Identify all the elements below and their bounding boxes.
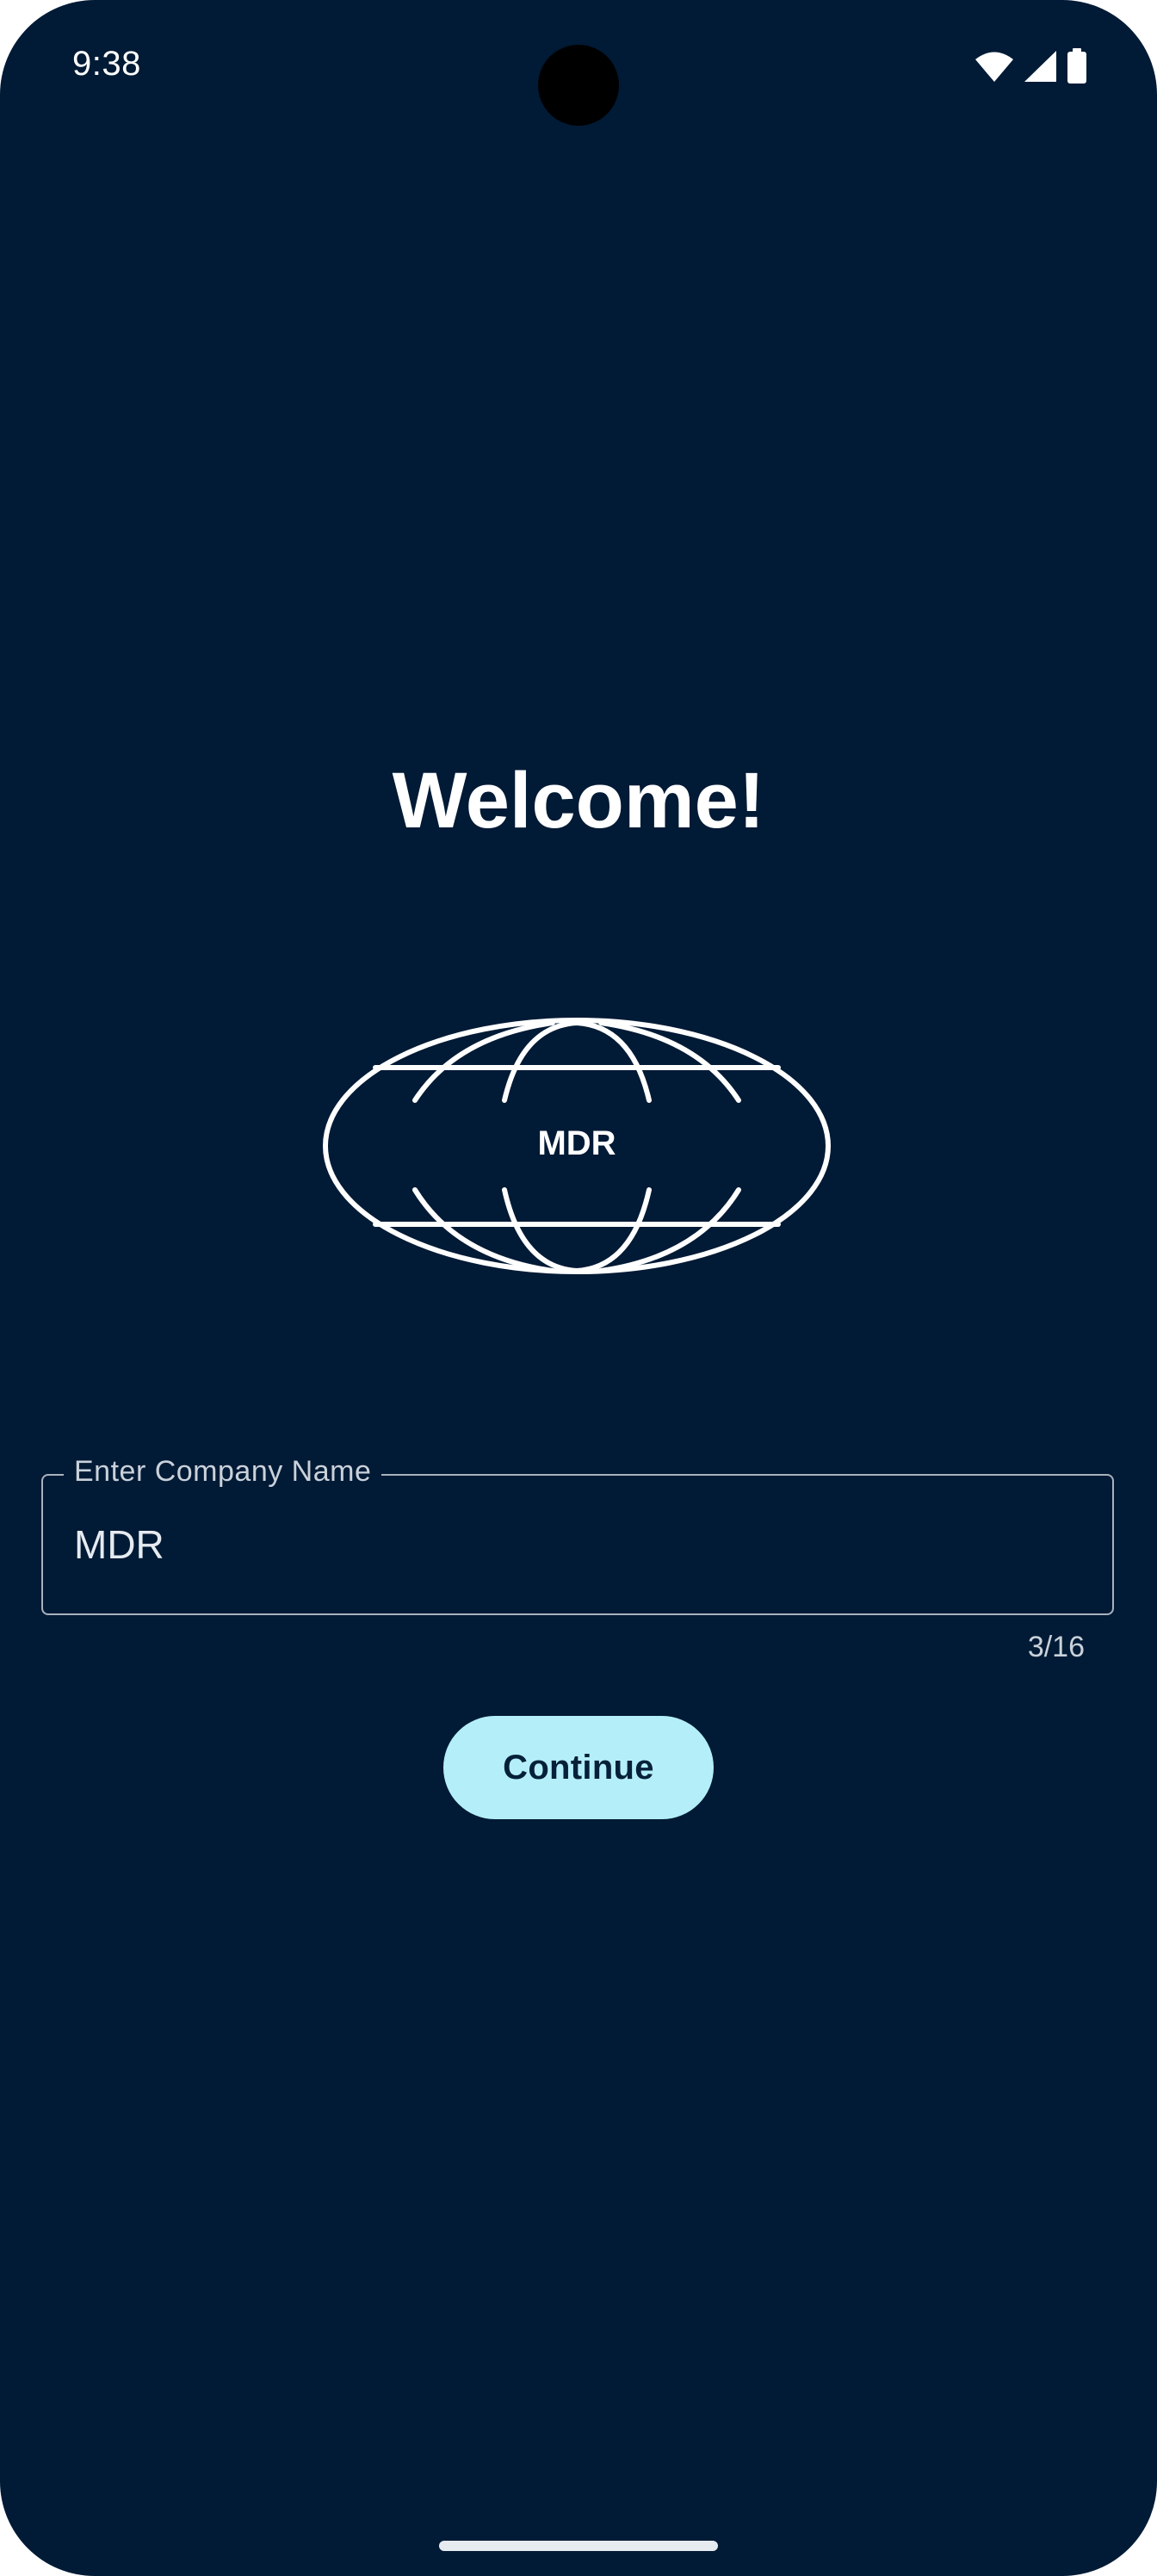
battery-icon	[1067, 48, 1086, 84]
app-screen: 9:38 Welcome! MDR Enter Company Name MDR…	[0, 0, 1157, 2576]
camera-cutout	[538, 45, 619, 126]
company-name-field[interactable]: Enter Company Name	[41, 1455, 1114, 1615]
welcome-title: Welcome!	[392, 757, 765, 845]
company-name-label: Enter Company Name	[64, 1455, 382, 1489]
logo-text: MDR	[537, 1124, 616, 1162]
character-counter: 3/16	[1027, 1631, 1085, 1663]
status-icons	[974, 48, 1088, 84]
signal-icon	[1024, 51, 1056, 82]
status-time: 9:38	[72, 45, 141, 83]
wifi-icon	[975, 52, 1013, 82]
home-indicator[interactable]	[439, 2541, 718, 2551]
continue-button[interactable]: Continue	[443, 1716, 714, 1819]
company-name-input[interactable]	[74, 1517, 1073, 1572]
